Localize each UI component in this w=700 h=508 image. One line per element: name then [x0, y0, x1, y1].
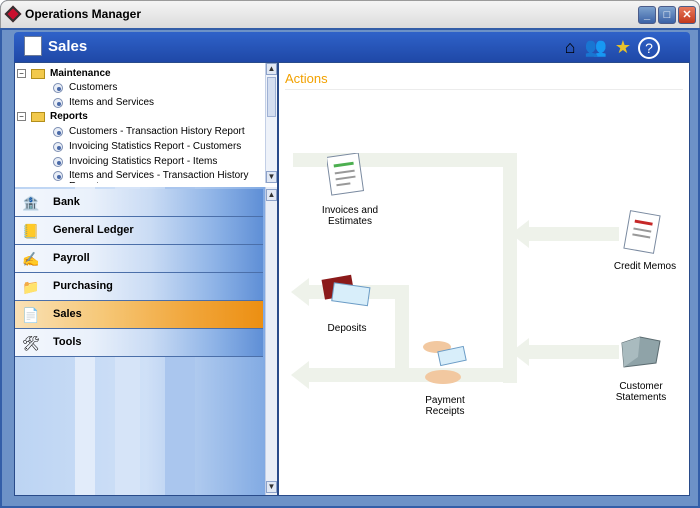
tree-item-label: Invoicing Statistics Report - Items — [69, 156, 218, 167]
flow-arrow — [511, 220, 529, 248]
window-title: Operations Manager — [25, 7, 142, 21]
scroll-down-button[interactable]: ▼ — [266, 481, 277, 493]
tree-item-label: Invoicing Statistics Report - Customers — [69, 141, 242, 152]
nav-item-label: Payroll — [53, 252, 90, 264]
tree-item-items-services-transaction-history[interactable]: Items and Services - Transaction History… — [15, 169, 265, 183]
folder-icon — [31, 112, 45, 122]
deposits-label: Deposits — [327, 323, 367, 334]
payment-receipts-action[interactable]: Payment Receipts — [413, 335, 477, 417]
deposits-action[interactable]: Deposits — [317, 273, 377, 334]
users-icon[interactable]: 👥 — [584, 36, 608, 58]
nav-item-purchasing[interactable]: 📁 Purchasing — [15, 273, 263, 301]
report-item-icon — [53, 83, 63, 93]
flow-arrow — [291, 278, 309, 306]
nav-item-general-ledger[interactable]: 📒 General Ledger — [15, 217, 263, 245]
credit-memo-icon — [623, 210, 661, 254]
nav-item-label: Tools — [53, 336, 82, 348]
actions-divider — [285, 89, 683, 90]
module-header: Sales ⌂ 👥 ★ ? — [14, 32, 690, 62]
customer-statements-label: Customer Statements — [615, 381, 667, 403]
payment-receipts-label: Payment Receipts — [425, 395, 465, 417]
collapse-toggle-icon[interactable]: − — [17, 112, 26, 121]
sales-icon: 📄 — [22, 307, 40, 323]
report-item-icon — [53, 171, 63, 181]
purchasing-icon: 📁 — [22, 279, 40, 295]
tree-item-label: Customers — [69, 82, 118, 93]
tree-item-label: Items and Services - Transaction History… — [69, 170, 249, 183]
nav-item-bank[interactable]: 🏦 Bank — [15, 189, 263, 217]
nav-item-sales[interactable]: 📄 Sales — [15, 301, 263, 329]
report-tree: − Maintenance Customers Items and Servic… — [15, 63, 277, 183]
credit-memos-label: Credit Memos — [613, 261, 677, 272]
scroll-up-button[interactable]: ▲ — [266, 189, 277, 201]
scroll-down-button[interactable]: ▼ — [266, 171, 277, 183]
tools-icon: 🛠 — [22, 335, 40, 351]
tree-item-customers[interactable]: Customers — [15, 81, 265, 95]
collapse-toggle-icon[interactable]: − — [17, 69, 26, 78]
maximize-button[interactable]: □ — [658, 6, 676, 24]
app-logo-icon — [4, 5, 22, 23]
nav-item-label: General Ledger — [53, 224, 134, 236]
scroll-up-button[interactable]: ▲ — [266, 63, 277, 75]
flow-arrow — [291, 361, 309, 389]
tree-item-label: Items and Services — [69, 97, 155, 108]
invoices-estimates-label: Invoices and Estimates — [321, 205, 379, 227]
nav-scrollbar[interactable]: ▲ ▼ — [265, 187, 277, 495]
report-item-icon — [53, 98, 63, 108]
nav-item-tools[interactable]: 🛠 Tools — [15, 329, 263, 357]
favorites-star-icon[interactable]: ★ — [611, 36, 635, 58]
module-nav: 🏦 Bank 📒 General Ledger ✍ Payroll 📁 Purc… — [15, 187, 277, 495]
tree-item-items-and-services[interactable]: Items and Services — [15, 96, 265, 110]
tree-item-invoicing-stats-customers[interactable]: Invoicing Statistics Report - Customers — [15, 140, 265, 154]
sales-document-icon — [24, 36, 42, 56]
bank-icon: 🏦 — [22, 195, 40, 211]
flow-arrow — [511, 338, 529, 366]
tree-group-reports[interactable]: − Reports — [15, 110, 265, 124]
tree-item-customers-transaction-history[interactable]: Customers - Transaction History Report — [15, 125, 265, 139]
statements-folder-icon — [621, 336, 661, 368]
folder-icon — [31, 69, 45, 79]
close-button[interactable]: ✕ — [678, 6, 696, 24]
nav-item-label: Sales — [53, 308, 82, 320]
home-icon[interactable]: ⌂ — [558, 36, 582, 58]
nav-item-label: Bank — [53, 196, 80, 208]
tree-scrollbar[interactable]: ▲ ▼ — [265, 63, 277, 183]
module-title: Sales — [48, 38, 88, 55]
sidebar: − Maintenance Customers Items and Servic… — [14, 62, 278, 496]
help-icon[interactable]: ? — [638, 37, 660, 59]
nav-item-label: Purchasing — [53, 280, 113, 292]
report-item-icon — [53, 157, 63, 167]
tree-group-label: Maintenance — [50, 68, 111, 79]
tree-group-label: Reports — [50, 111, 88, 122]
flow-pipe — [395, 285, 409, 375]
payroll-icon: ✍ — [22, 251, 40, 267]
invoices-estimates-action[interactable]: Invoices and Estimates — [315, 153, 385, 233]
window-frame: Sales ⌂ 👥 ★ ? − Maintenance Customers It… — [0, 28, 700, 508]
tree-group-maintenance[interactable]: − Maintenance — [15, 67, 265, 81]
actions-title: Actions — [285, 71, 328, 86]
deposit-check-icon — [321, 274, 371, 307]
invoice-icon — [327, 153, 365, 196]
tree-item-label: Customers - Transaction History Report — [69, 126, 245, 137]
title-bar[interactable]: Operations Manager _ □ ✕ — [0, 0, 700, 28]
tree-item-invoicing-stats-items[interactable]: Invoicing Statistics Report - Items — [15, 155, 265, 169]
nav-item-payroll[interactable]: ✍ Payroll — [15, 245, 263, 273]
customer-statements-action[interactable]: Customer Statements — [605, 335, 677, 415]
scroll-thumb[interactable] — [267, 77, 276, 117]
ledger-icon: 📒 — [22, 223, 40, 239]
minimize-button[interactable]: _ — [638, 6, 656, 24]
payment-hands-icon — [423, 341, 467, 384]
report-item-icon — [53, 142, 63, 152]
credit-memos-action[interactable]: Credit Memos — [605, 209, 685, 279]
app-window: Operations Manager _ □ ✕ Sales ⌂ 👥 ★ ? −… — [0, 0, 700, 508]
report-item-icon — [53, 127, 63, 137]
actions-panel: Actions Invoices and Estimates Deposits … — [278, 62, 690, 496]
